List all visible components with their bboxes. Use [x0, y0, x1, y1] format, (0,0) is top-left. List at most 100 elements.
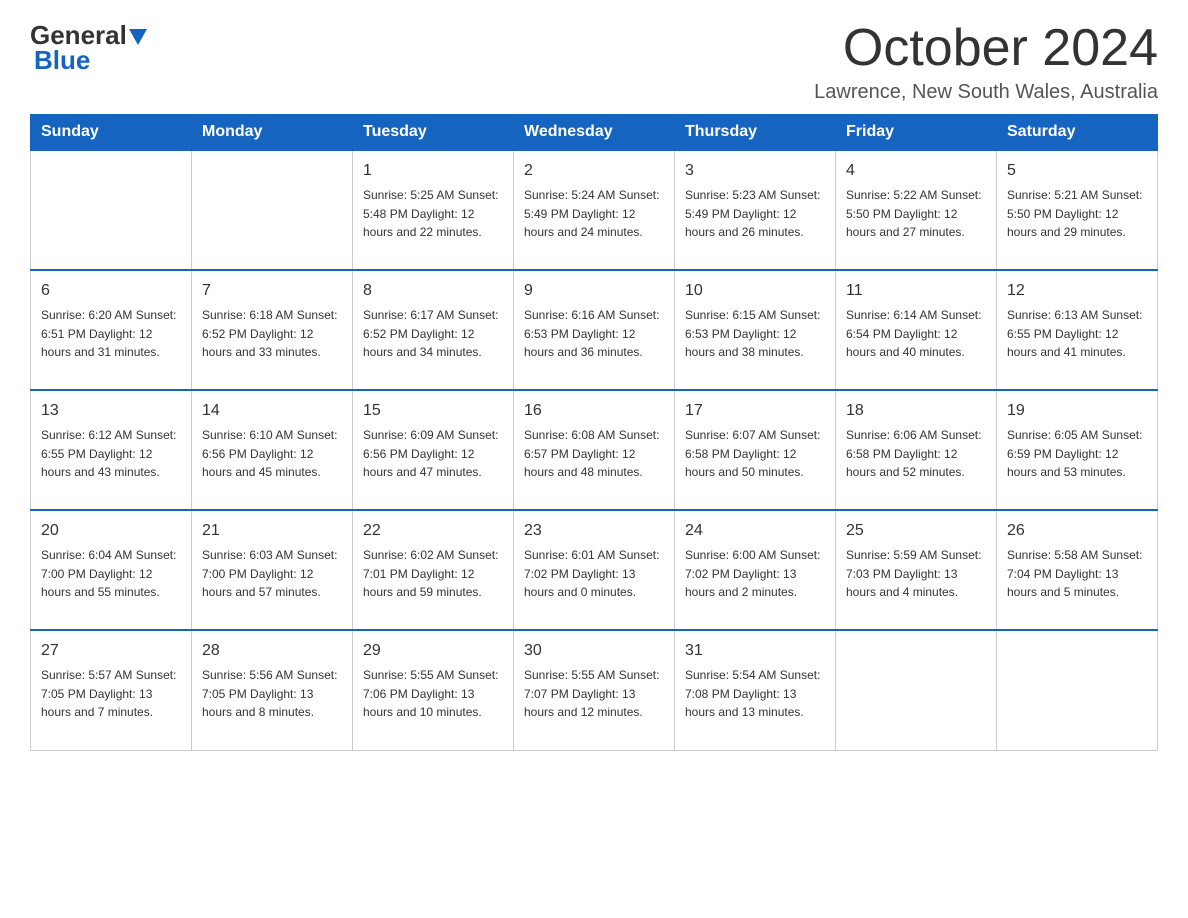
day-info: Sunrise: 6:07 AM Sunset: 6:58 PM Dayligh…	[685, 426, 825, 482]
calendar-day-cell: 22 Sunrise: 6:02 AM Sunset: 7:01 PM Dayli…	[353, 510, 514, 630]
day-info: Sunrise: 6:14 AM Sunset: 6:54 PM Dayligh…	[846, 306, 986, 362]
day-info: Sunrise: 6:08 AM Sunset: 6:57 PM Dayligh…	[524, 426, 664, 482]
calendar-day-cell: 16 Sunrise: 6:08 AM Sunset: 6:57 PM Dayli…	[514, 390, 675, 510]
day-of-week-header: Wednesday	[514, 115, 675, 151]
day-number: 3	[685, 159, 825, 183]
calendar-header-row: SundayMondayTuesdayWednesdayThursdayFrid…	[31, 115, 1158, 151]
day-number: 14	[202, 399, 342, 423]
calendar-day-cell: 9Sunrise: 6:16 AM Sunset: 6:53 PM Daylig…	[514, 270, 675, 390]
calendar-day-cell: 30Sunrise: 5:55 AM Sunset: 7:07 PM Dayli…	[514, 630, 675, 750]
day-number: 2	[524, 159, 664, 183]
logo-blue-text: Blue	[34, 45, 90, 76]
calendar-day-cell: 15Sunrise: 6:09 AM Sunset: 6:56 PM Dayli…	[353, 390, 514, 510]
day-info: Sunrise: 6:17 AM Sunset: 6:52 PM Dayligh…	[363, 306, 503, 362]
day-info: Sunrise: 6:18 AM Sunset: 6:52 PM Dayligh…	[202, 306, 342, 362]
calendar-day-cell: 27 Sunrise: 5:57 AM Sunset: 7:05 PM Dayli…	[31, 630, 192, 750]
location-title: Lawrence, New South Wales, Australia	[814, 81, 1158, 104]
day-info: Sunrise: 5:55 AM Sunset: 7:06 PM Dayligh…	[363, 666, 503, 722]
day-number: 21	[202, 519, 342, 543]
calendar-week-row: 27 Sunrise: 5:57 AM Sunset: 7:05 PM Dayli…	[31, 630, 1158, 750]
day-number: 22	[363, 519, 503, 543]
calendar-day-cell: 8 Sunrise: 6:17 AM Sunset: 6:52 PM Daylig…	[353, 270, 514, 390]
day-info: Sunrise: 6:06 AM Sunset: 6:58 PM Dayligh…	[846, 426, 986, 482]
logo-triangle-icon	[129, 29, 147, 45]
calendar-week-row: 20 Sunrise: 6:04 AM Sunset: 7:00 PM Dayli…	[31, 510, 1158, 630]
calendar-day-cell: 11 Sunrise: 6:14 AM Sunset: 6:54 PM Dayli…	[836, 270, 997, 390]
day-info: Sunrise: 5:24 AM Sunset: 5:49 PM Dayligh…	[524, 186, 664, 242]
day-info: Sunrise: 6:00 AM Sunset: 7:02 PM Dayligh…	[685, 546, 825, 602]
day-info: Sunrise: 6:03 AM Sunset: 7:00 PM Dayligh…	[202, 546, 342, 602]
day-number: 27	[41, 639, 181, 663]
calendar-day-cell: 1Sunrise: 5:25 AM Sunset: 5:48 PM Daylig…	[353, 150, 514, 270]
day-number: 19	[1007, 399, 1147, 423]
day-info: Sunrise: 5:54 AM Sunset: 7:08 PM Dayligh…	[685, 666, 825, 722]
day-info: Sunrise: 6:12 AM Sunset: 6:55 PM Dayligh…	[41, 426, 181, 482]
calendar-day-cell: 13 Sunrise: 6:12 AM Sunset: 6:55 PM Dayli…	[31, 390, 192, 510]
day-number: 12	[1007, 279, 1147, 303]
calendar-day-cell: 18Sunrise: 6:06 AM Sunset: 6:58 PM Dayli…	[836, 390, 997, 510]
calendar-week-row: 13 Sunrise: 6:12 AM Sunset: 6:55 PM Dayli…	[31, 390, 1158, 510]
day-info: Sunrise: 5:23 AM Sunset: 5:49 PM Dayligh…	[685, 186, 825, 242]
page-header: General Blue October 2024 Lawrence, New …	[30, 20, 1158, 104]
day-info: Sunrise: 5:58 AM Sunset: 7:04 PM Dayligh…	[1007, 546, 1147, 602]
calendar-day-cell	[192, 150, 353, 270]
calendar-day-cell: 20 Sunrise: 6:04 AM Sunset: 7:00 PM Dayli…	[31, 510, 192, 630]
day-number: 9	[524, 279, 664, 303]
day-of-week-header: Saturday	[997, 115, 1158, 151]
calendar-day-cell	[31, 150, 192, 270]
calendar-day-cell: 29 Sunrise: 5:55 AM Sunset: 7:06 PM Dayli…	[353, 630, 514, 750]
day-number: 4	[846, 159, 986, 183]
day-number: 25	[846, 519, 986, 543]
calendar-day-cell	[836, 630, 997, 750]
day-info: Sunrise: 6:02 AM Sunset: 7:01 PM Dayligh…	[363, 546, 503, 602]
day-number: 8	[363, 279, 503, 303]
calendar-day-cell: 7Sunrise: 6:18 AM Sunset: 6:52 PM Daylig…	[192, 270, 353, 390]
day-number: 23	[524, 519, 664, 543]
day-number: 16	[524, 399, 664, 423]
day-info: Sunrise: 6:01 AM Sunset: 7:02 PM Dayligh…	[524, 546, 664, 602]
day-info: Sunrise: 6:15 AM Sunset: 6:53 PM Dayligh…	[685, 306, 825, 362]
calendar-day-cell: 2 Sunrise: 5:24 AM Sunset: 5:49 PM Daylig…	[514, 150, 675, 270]
day-number: 6	[41, 279, 181, 303]
day-number: 26	[1007, 519, 1147, 543]
day-of-week-header: Monday	[192, 115, 353, 151]
day-number: 10	[685, 279, 825, 303]
calendar-day-cell: 4 Sunrise: 5:22 AM Sunset: 5:50 PM Daylig…	[836, 150, 997, 270]
day-of-week-header: Thursday	[675, 115, 836, 151]
day-info: Sunrise: 6:09 AM Sunset: 6:56 PM Dayligh…	[363, 426, 503, 482]
day-info: Sunrise: 6:10 AM Sunset: 6:56 PM Dayligh…	[202, 426, 342, 482]
day-info: Sunrise: 6:13 AM Sunset: 6:55 PM Dayligh…	[1007, 306, 1147, 362]
month-title: October 2024	[814, 20, 1158, 77]
day-info: Sunrise: 5:22 AM Sunset: 5:50 PM Dayligh…	[846, 186, 986, 242]
day-of-week-header: Friday	[836, 115, 997, 151]
calendar-day-cell: 25 Sunrise: 5:59 AM Sunset: 7:03 PM Dayli…	[836, 510, 997, 630]
calendar-day-cell: 19Sunrise: 6:05 AM Sunset: 6:59 PM Dayli…	[997, 390, 1158, 510]
calendar-day-cell: 3 Sunrise: 5:23 AM Sunset: 5:49 PM Daylig…	[675, 150, 836, 270]
calendar-day-cell: 24Sunrise: 6:00 AM Sunset: 7:02 PM Dayli…	[675, 510, 836, 630]
day-info: Sunrise: 5:57 AM Sunset: 7:05 PM Dayligh…	[41, 666, 181, 722]
day-number: 5	[1007, 159, 1147, 183]
day-number: 31	[685, 639, 825, 663]
logo-area: General Blue	[30, 20, 147, 76]
day-number: 28	[202, 639, 342, 663]
calendar-day-cell: 26 Sunrise: 5:58 AM Sunset: 7:04 PM Dayli…	[997, 510, 1158, 630]
day-number: 1	[363, 159, 503, 183]
calendar-day-cell: 17Sunrise: 6:07 AM Sunset: 6:58 PM Dayli…	[675, 390, 836, 510]
day-number: 20	[41, 519, 181, 543]
day-number: 29	[363, 639, 503, 663]
day-number: 11	[846, 279, 986, 303]
day-number: 13	[41, 399, 181, 423]
day-info: Sunrise: 6:20 AM Sunset: 6:51 PM Dayligh…	[41, 306, 181, 362]
calendar-day-cell: 6 Sunrise: 6:20 AM Sunset: 6:51 PM Daylig…	[31, 270, 192, 390]
day-number: 30	[524, 639, 664, 663]
calendar-day-cell: 31 Sunrise: 5:54 AM Sunset: 7:08 PM Dayli…	[675, 630, 836, 750]
day-info: Sunrise: 5:59 AM Sunset: 7:03 PM Dayligh…	[846, 546, 986, 602]
calendar-day-cell: 12 Sunrise: 6:13 AM Sunset: 6:55 PM Dayli…	[997, 270, 1158, 390]
calendar-day-cell	[997, 630, 1158, 750]
calendar-day-cell: 10 Sunrise: 6:15 AM Sunset: 6:53 PM Dayli…	[675, 270, 836, 390]
calendar-day-cell: 14 Sunrise: 6:10 AM Sunset: 6:56 PM Dayli…	[192, 390, 353, 510]
day-of-week-header: Tuesday	[353, 115, 514, 151]
day-info: Sunrise: 5:21 AM Sunset: 5:50 PM Dayligh…	[1007, 186, 1147, 242]
day-info: Sunrise: 6:04 AM Sunset: 7:00 PM Dayligh…	[41, 546, 181, 602]
calendar-day-cell: 5 Sunrise: 5:21 AM Sunset: 5:50 PM Daylig…	[997, 150, 1158, 270]
